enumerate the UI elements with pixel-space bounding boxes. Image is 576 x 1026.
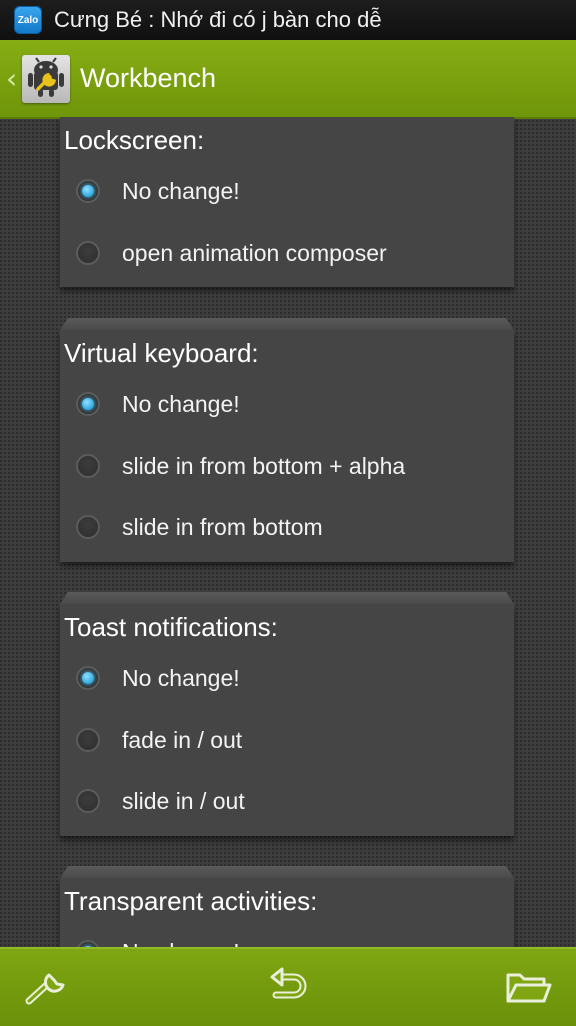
- option-label: No change!: [122, 939, 240, 948]
- option-label: slide in from bottom + alpha: [122, 452, 406, 479]
- toast-notifications-card: Toast notifications: No change! fade in …: [60, 604, 514, 836]
- virtual-keyboard-card: Virtual keyboard: No change! slide in fr…: [60, 330, 514, 562]
- chevron-left-icon[interactable]: ‹: [6, 62, 20, 95]
- android-wrench-icon[interactable]: [22, 54, 70, 103]
- option-label: No change!: [122, 390, 240, 417]
- radio-unselected-icon[interactable]: [76, 241, 100, 265]
- status-bar: Zalo Cưng Bé : Nhớ đi có j bàn cho dễ: [0, 0, 576, 41]
- notification-text: Cưng Bé : Nhớ đi có j bàn cho dễ: [54, 7, 382, 32]
- undo-icon[interactable]: [264, 967, 312, 1007]
- radio-selected-icon[interactable]: [76, 392, 100, 416]
- radio-unselected-icon[interactable]: [76, 515, 100, 539]
- radio-option[interactable]: slide in from bottom: [60, 497, 514, 557]
- option-label: slide in / out: [122, 787, 245, 814]
- settings-list[interactable]: Lockscreen: No change! open animation co…: [0, 117, 576, 947]
- transparent-activities-card: Transparent activities: No change!: [60, 878, 514, 947]
- option-label: No change!: [122, 177, 240, 204]
- radio-selected-icon[interactable]: [76, 666, 100, 690]
- radio-option[interactable]: No change!: [60, 648, 514, 708]
- option-label: open animation composer: [122, 239, 387, 266]
- zalo-icon: Zalo: [14, 6, 42, 34]
- radio-option[interactable]: slide in / out: [60, 771, 514, 831]
- section-title-toast-notifications: Toast notifications:: [64, 612, 278, 642]
- radio-selected-icon[interactable]: [76, 940, 100, 947]
- wrench-icon[interactable]: [24, 967, 72, 1007]
- radio-option[interactable]: No change!: [60, 374, 514, 434]
- radio-unselected-icon[interactable]: [76, 454, 100, 478]
- option-label: No change!: [122, 664, 240, 691]
- section-title-virtual-keyboard: Virtual keyboard:: [64, 338, 259, 368]
- section-title-transparent-activities: Transparent activities:: [64, 886, 318, 916]
- radio-option[interactable]: fade in / out: [60, 710, 514, 770]
- radio-unselected-icon[interactable]: [76, 789, 100, 813]
- bottom-action-bar: [0, 947, 576, 1026]
- page-title: Workbench: [80, 63, 217, 93]
- option-label: slide in from bottom: [122, 513, 323, 540]
- radio-option[interactable]: open animation composer: [60, 223, 514, 283]
- radio-option[interactable]: No change!: [60, 161, 514, 221]
- lockscreen-card: Lockscreen: No change! open animation co…: [60, 117, 514, 287]
- folder-open-icon[interactable]: [504, 967, 552, 1007]
- option-label: fade in / out: [122, 726, 243, 753]
- radio-selected-icon[interactable]: [76, 179, 100, 203]
- section-title-lockscreen: Lockscreen:: [64, 125, 205, 155]
- radio-option[interactable]: No change!: [60, 922, 514, 947]
- radio-unselected-icon[interactable]: [76, 728, 100, 752]
- action-bar: ‹ Workbench: [0, 40, 576, 119]
- radio-option[interactable]: slide in from bottom + alpha: [60, 436, 514, 496]
